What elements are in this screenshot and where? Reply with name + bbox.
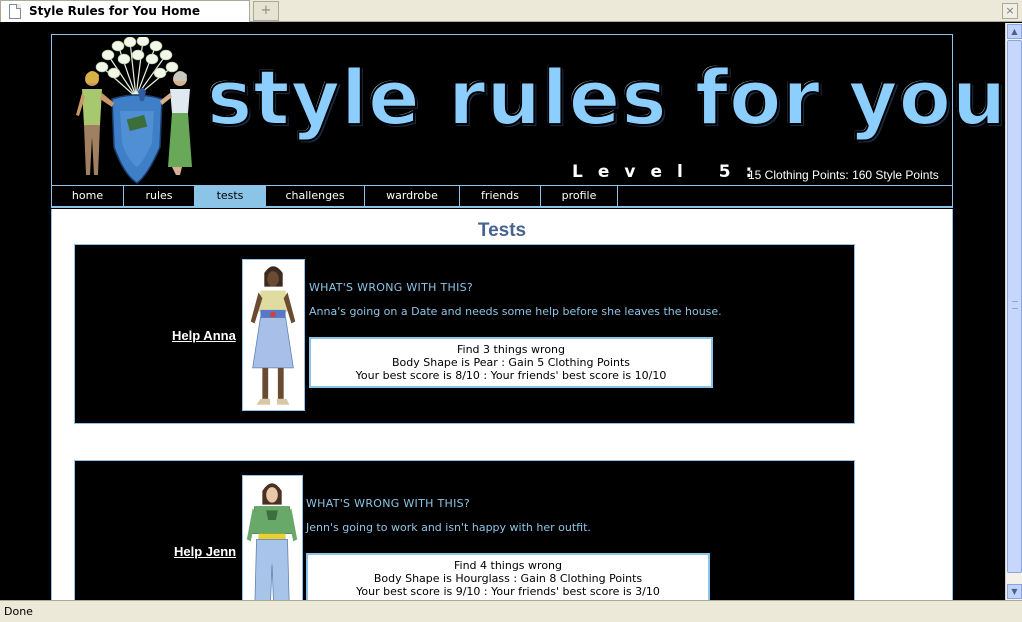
test-score-box: Find 4 things wrong Body Shape is Hourgl… xyxy=(306,553,710,600)
nav-friends[interactable]: friends xyxy=(460,186,541,206)
test-question: WHAT'S WRONG WITH THIS? xyxy=(306,497,471,510)
test-description: Anna's going on a Date and needs some he… xyxy=(309,305,722,318)
page-viewport: style rules for you Level 5: 15 Clothing… xyxy=(0,23,1005,600)
test-description: Jenn's going to work and isn't happy wit… xyxy=(306,521,591,534)
level-indicator: Level 5: xyxy=(572,162,768,182)
test-question: WHAT'S WRONG WITH THIS? xyxy=(309,281,474,294)
outfit-figure-icon[interactable] xyxy=(242,259,305,411)
test-card: Help Jenn WHAT'S WRONG WITH THIS? Jenn's… xyxy=(74,460,855,600)
test-card: Help Anna WHAT'S WRONG WITH THIS? Anna's… xyxy=(74,244,855,424)
page-icon xyxy=(9,4,21,19)
page-title: Tests xyxy=(477,220,527,241)
new-tab-button[interactable]: + xyxy=(253,1,279,21)
browser-tab[interactable]: Style Rules for You Home xyxy=(0,0,250,22)
site-header: style rules for you Level 5: 15 Clothing… xyxy=(51,34,1005,186)
body-shape-text: Body Shape is Hourglass : Gain 8 Clothin… xyxy=(373,572,643,585)
main-nav: home rules tests challenges wardrobe fri… xyxy=(51,186,953,208)
status-text: Done xyxy=(4,605,33,618)
help-anna-link[interactable]: Help Anna xyxy=(172,328,236,343)
grip-icon xyxy=(1012,301,1018,309)
things-wrong-text: Find 3 things wrong xyxy=(456,343,565,356)
content-panel: Tests Help Anna WHAT'S WRONG WITH THIS? … xyxy=(51,209,953,600)
points-summary: 15 Clothing Points: 160 Style Points xyxy=(748,168,939,182)
tab-title: Style Rules for You Home xyxy=(29,4,201,18)
status-bar: Done xyxy=(0,600,1022,622)
things-wrong-text: Find 4 things wrong xyxy=(453,559,562,572)
nav-challenges[interactable]: challenges xyxy=(266,186,365,206)
body-shape-text: Body Shape is Pear : Gain 5 Clothing Poi… xyxy=(391,356,631,369)
logo-illustration-icon xyxy=(76,37,192,184)
nav-home[interactable]: home xyxy=(52,186,124,206)
nav-rules[interactable]: rules xyxy=(124,186,195,206)
best-score-text: Your best score is 8/10 : Your friends' … xyxy=(355,369,667,382)
scroll-up-button[interactable]: ▲ xyxy=(1007,24,1022,39)
scroll-down-button[interactable]: ▼ xyxy=(1007,584,1022,599)
vertical-scrollbar[interactable]: ▲ ▼ xyxy=(1005,23,1022,600)
outfit-figure-icon[interactable] xyxy=(242,475,303,600)
close-tab-button[interactable]: × xyxy=(1002,3,1018,19)
scroll-thumb[interactable] xyxy=(1007,40,1022,573)
tab-bar: Style Rules for You Home + × xyxy=(0,0,1022,22)
test-score-box: Find 3 things wrong Body Shape is Pear :… xyxy=(309,337,713,388)
nav-tests[interactable]: tests xyxy=(195,186,266,206)
nav-wardrobe[interactable]: wardrobe xyxy=(365,186,460,206)
site-brand: style rules for you xyxy=(206,52,1005,143)
best-score-text: Your best score is 9/10 : Your friends' … xyxy=(356,585,660,598)
help-jenn-link[interactable]: Help Jenn xyxy=(174,544,236,559)
nav-profile[interactable]: profile xyxy=(541,186,618,206)
